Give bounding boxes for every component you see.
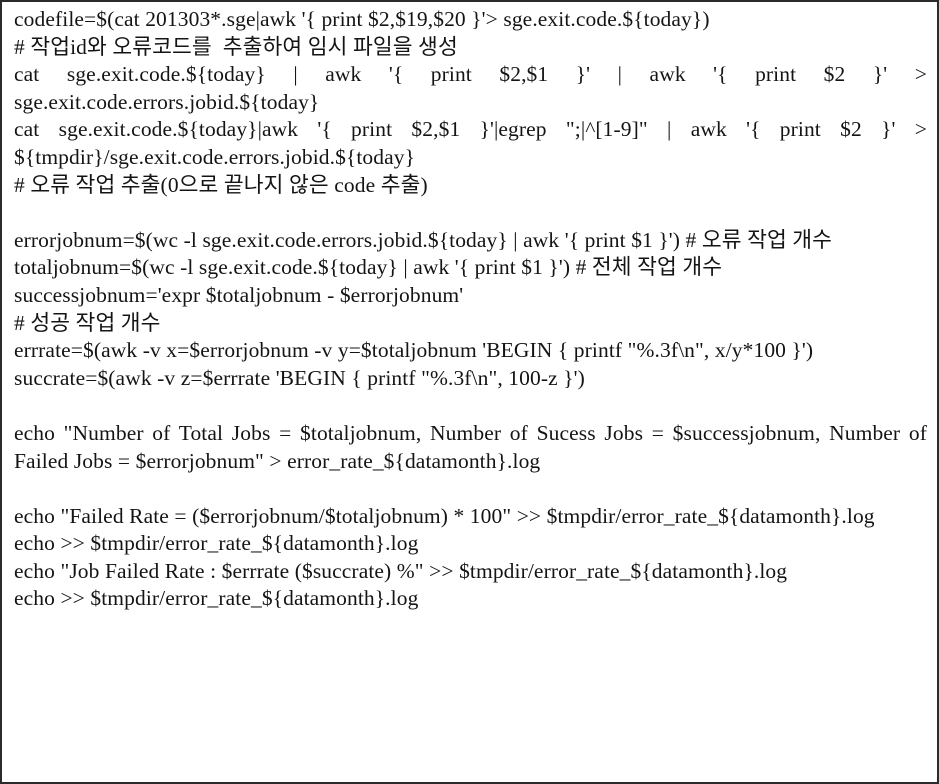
code-line: # 오류 작업 추출(0으로 끝나지 않은 code 추출) [14, 172, 428, 197]
code-listing-box: codefile=$(cat 201303*.sge|awk '{ print … [0, 0, 939, 784]
code-line: errrate=$(awk -v x=$errorjobnum -v y=$to… [14, 338, 814, 363]
code-line: echo "Job Failed Rate : $errrate ($succr… [14, 558, 788, 583]
code-line: echo "Failed Rate = ($errorjobnum/$total… [14, 503, 875, 528]
code-line: successjobnum='expr $totaljobnum - $erro… [14, 282, 464, 307]
code-line: cat sge.exit.code.${today} | awk '{ prin… [14, 62, 927, 114]
code-line: echo >> $tmpdir/error_rate_${datamonth}.… [14, 586, 419, 611]
code-line: succrate=$(awk -v z=$errrate 'BEGIN { pr… [14, 365, 585, 390]
code-line: totaljobnum=$(wc -l sge.exit.code.${toda… [14, 255, 723, 280]
code-line: errorjobnum=$(wc -l sge.exit.code.errors… [14, 227, 833, 252]
code-line: # 성공 작업 개수 [14, 310, 161, 335]
code-line: cat sge.exit.code.${today}|awk '{ print … [14, 117, 927, 169]
code-line: codefile=$(cat 201303*.sge|awk '{ print … [14, 7, 710, 31]
code-line: echo >> $tmpdir/error_rate_${datamonth}.… [14, 531, 419, 556]
code-line: echo "Number of Total Jobs = $totaljobnu… [14, 420, 927, 473]
code-line: # 작업id와 오류코드를 추출하여 임시 파일을 생성 [14, 34, 458, 59]
